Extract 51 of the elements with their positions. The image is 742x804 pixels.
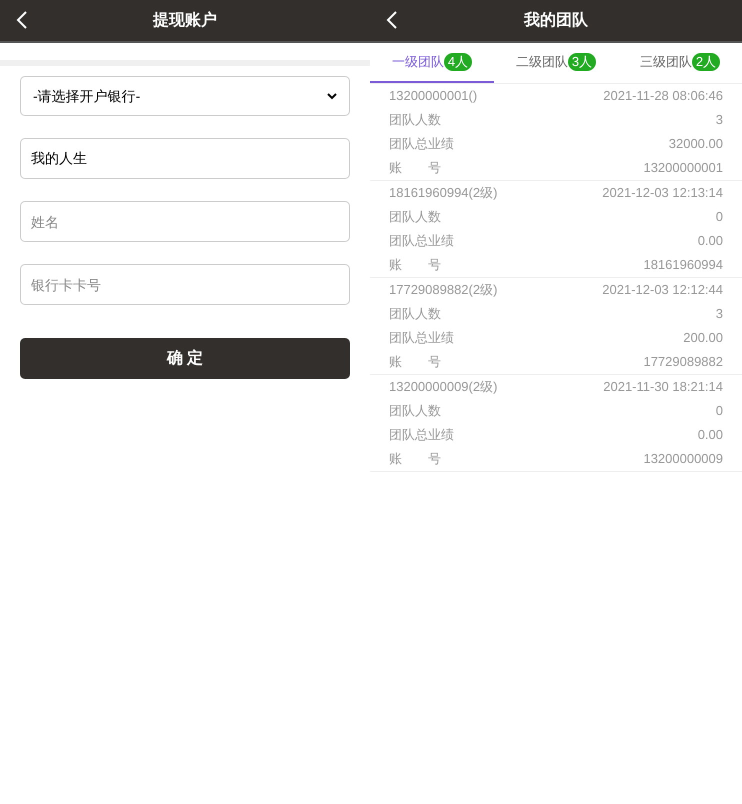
tab-label: 二级团队 [516, 53, 568, 72]
join-time: 2021-12-03 12:13:14 [602, 184, 723, 202]
field-label: 团队总业绩 [389, 426, 454, 444]
bank-select[interactable]: -请选择开户银行- [20, 76, 350, 116]
count-badge: 4人 [444, 53, 472, 71]
member-name: 13200000009(2级) [389, 378, 498, 396]
tab[interactable]: 三级团队 2人 [618, 43, 742, 83]
field-value: 3 [716, 305, 723, 324]
member-name: 17729089882(2级) [389, 281, 498, 300]
join-time: 2021-11-28 08:06:46 [603, 87, 723, 106]
tab[interactable]: 二级团队 3人 [494, 43, 618, 83]
field-value: 200.00 [683, 329, 723, 348]
field-label: 账 号 [389, 353, 441, 372]
input-field[interactable]: 银行卡卡号 [20, 264, 350, 305]
chevron-down-icon [327, 92, 337, 100]
field-label: 账 号 [389, 450, 441, 468]
join-time: 2021-12-03 12:12:44 [602, 281, 723, 300]
count-badge: 3人 [568, 53, 596, 71]
page-title: 提现账户 [153, 10, 217, 30]
field-value: 0 [716, 402, 723, 420]
field-label: 账 号 [389, 159, 441, 178]
page-title: 我的团队 [524, 10, 588, 30]
tab[interactable]: 一级团队 4人 [370, 43, 494, 83]
field-value: 3 [716, 111, 723, 130]
field-value: 13200000009 [643, 450, 723, 468]
field-label: 团队总业绩 [389, 232, 454, 250]
member-name: 13200000001() [389, 87, 478, 106]
join-time: 2021-11-30 18:21:14 [603, 378, 723, 396]
field-label: 团队人数 [389, 305, 441, 324]
field-value: 0 [716, 208, 723, 226]
field-value: 32000.00 [668, 135, 723, 154]
input-field[interactable]: 我的人生 [20, 138, 350, 179]
field-label: 团队总业绩 [389, 329, 454, 348]
tab-label: 三级团队 [640, 53, 692, 72]
field-value: 0.00 [698, 426, 723, 444]
back-icon[interactable] [16, 11, 28, 29]
field-value: 18161960994 [643, 256, 723, 274]
field-value: 13200000001 [643, 159, 723, 178]
field-label: 团队人数 [389, 402, 441, 420]
input-field[interactable]: 姓名 [20, 201, 350, 242]
field-value: 17729089882 [643, 353, 723, 372]
tab-label: 一级团队 [392, 53, 444, 72]
field-label: 团队总业绩 [389, 135, 454, 154]
field-label: 团队人数 [389, 208, 441, 226]
field-label: 账 号 [389, 256, 441, 274]
field-label: 团队人数 [389, 111, 441, 130]
field-value: 0.00 [698, 232, 723, 250]
member-name: 18161960994(2级) [389, 184, 498, 202]
confirm-button[interactable]: 确 定 [20, 338, 350, 379]
back-icon[interactable] [386, 11, 398, 29]
count-badge: 2人 [692, 53, 720, 71]
